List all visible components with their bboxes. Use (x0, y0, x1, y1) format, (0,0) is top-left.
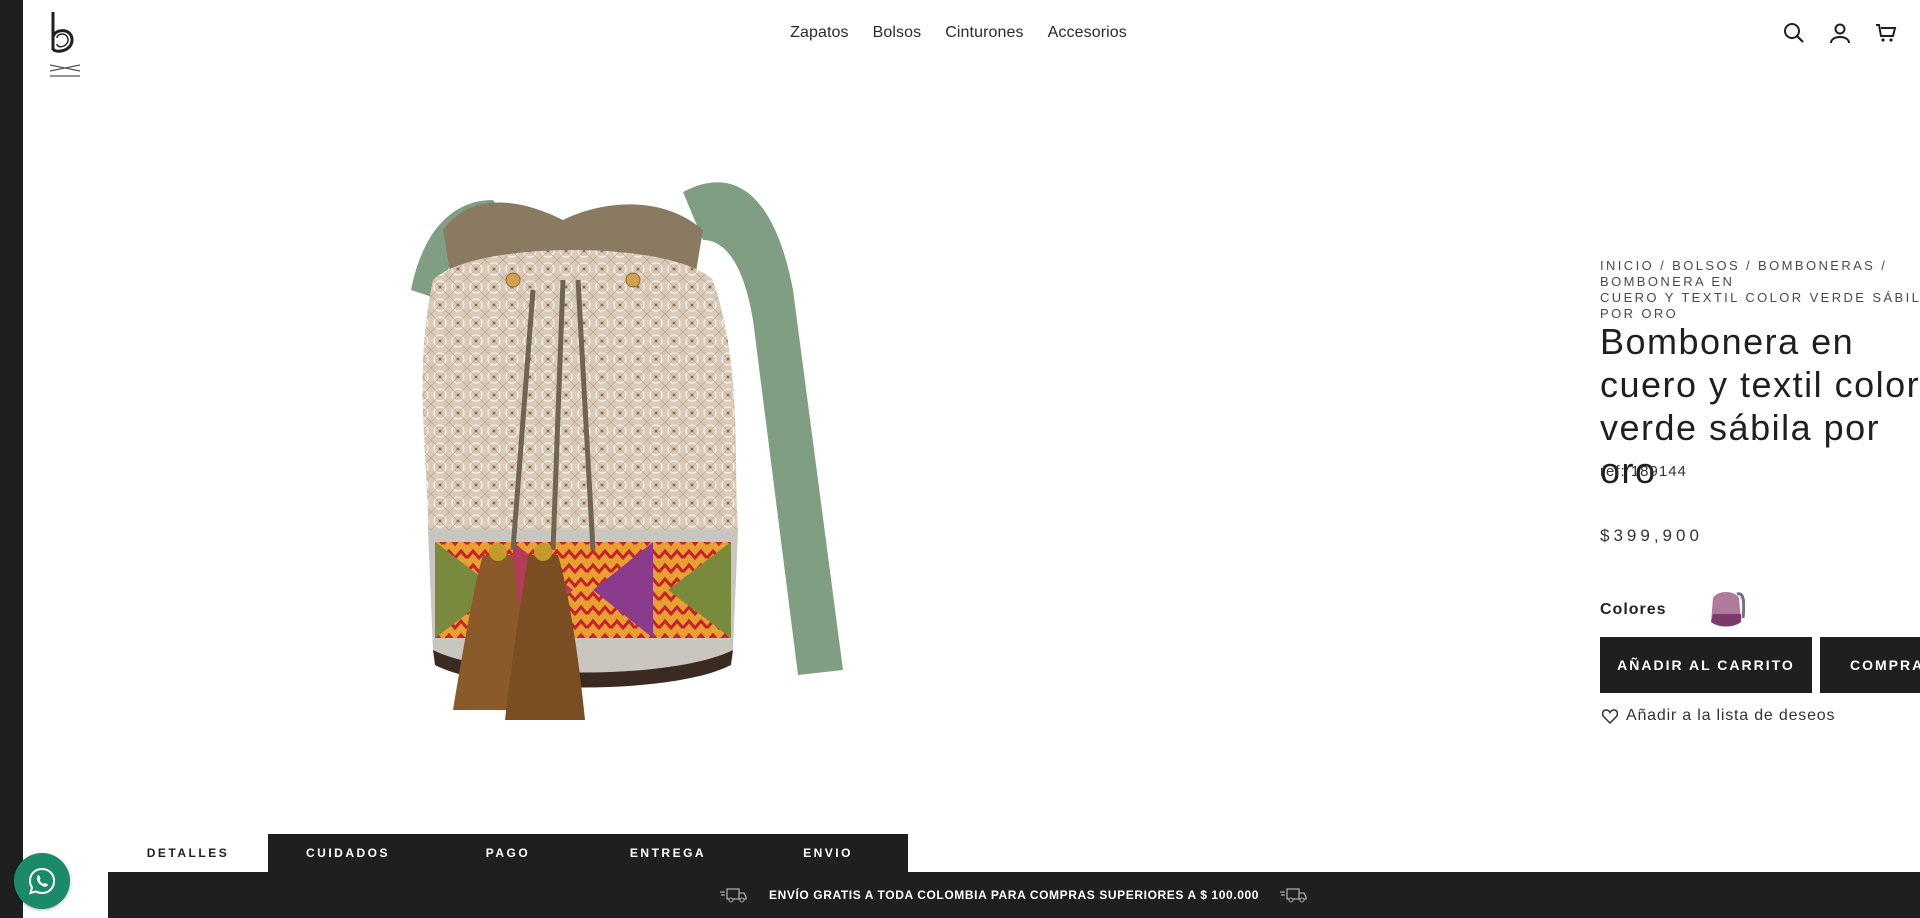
product-ref: ref: 189144 (1600, 463, 1687, 480)
tab-envio[interactable]: ENVIO (748, 834, 908, 872)
nav-cinturones[interactable]: Cinturones (945, 24, 1023, 42)
tab-cuidados[interactable]: CUIDADOS (268, 834, 428, 872)
left-rail (0, 0, 23, 918)
breadcrumb[interactable]: INICIO / BOLSOS / BOMBONERAS / BOMBONERA… (1600, 258, 1920, 322)
heart-icon (1602, 708, 1618, 724)
truck-icon (719, 885, 749, 905)
nav-bolsos[interactable]: Bolsos (873, 24, 922, 42)
whatsapp-button[interactable] (14, 853, 70, 909)
page: Zapatos Bolsos Cinturones Accesorios INI… (23, 0, 1920, 918)
search-icon[interactable] (1781, 20, 1807, 46)
cart-icon[interactable] (1873, 20, 1899, 46)
product-tabs: DETALLES CUIDADOS PAGO ENTREGA ENVIO (108, 834, 908, 872)
wishlist-link[interactable]: Añadir a la lista de deseos (1602, 707, 1835, 725)
buy-now-button[interactable]: COMPRAR (1820, 637, 1920, 693)
brand-logo[interactable] (47, 10, 83, 86)
nav-zapatos[interactable]: Zapatos (790, 24, 849, 42)
color-swatch[interactable] (1707, 588, 1745, 628)
user-icon[interactable] (1827, 20, 1853, 46)
whatsapp-icon (28, 867, 56, 895)
tab-entrega[interactable]: ENTREGA (588, 834, 748, 872)
add-to-cart-button[interactable]: AÑADIR AL CARRITO (1600, 637, 1812, 693)
shipping-text: ENVÍO GRATIS A TODA COLOMBIA PARA COMPRA… (768, 888, 1260, 902)
header-icons (1781, 20, 1899, 46)
product-price: $399,900 (1600, 526, 1703, 545)
truck-icon (1279, 885, 1309, 905)
shipping-banner: ENVÍO GRATIS A TODA COLOMBIA PARA COMPRA… (108, 872, 1920, 918)
nav-accesorios[interactable]: Accesorios (1048, 24, 1127, 42)
main-nav: Zapatos Bolsos Cinturones Accesorios (23, 24, 1920, 42)
wishlist-label: Añadir a la lista de deseos (1626, 707, 1836, 724)
colors-label: Colores (1600, 601, 1667, 618)
product-image[interactable] (323, 170, 883, 750)
tab-pago[interactable]: PAGO (428, 834, 588, 872)
tab-detalles[interactable]: DETALLES (108, 834, 268, 872)
